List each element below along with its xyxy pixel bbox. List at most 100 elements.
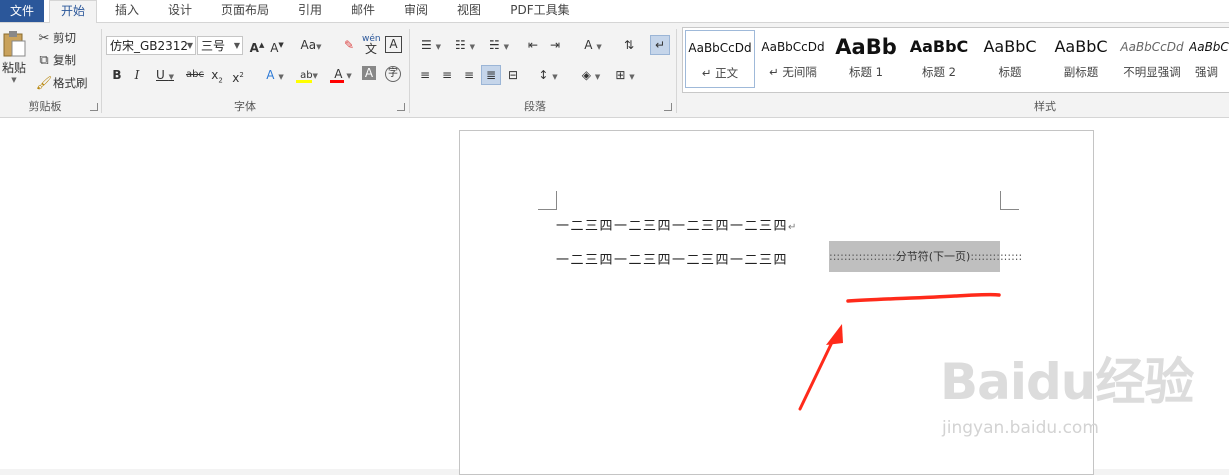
subscript-button[interactable]: x2 (208, 66, 226, 84)
copy-button[interactable]: ⧉ 复制 (35, 51, 76, 69)
increase-indent-button[interactable]: ⇥ (546, 36, 564, 54)
chevron-down-icon: ▼ (11, 76, 17, 84)
align-right-button[interactable]: ≡ (460, 66, 478, 84)
text-effects-button[interactable]: A ▼ (260, 66, 290, 84)
group-separator (409, 29, 410, 113)
style-title[interactable]: AaBbC 标题 (975, 30, 1045, 88)
style-name: 强调 (1195, 65, 1218, 79)
character-shading-button[interactable]: A (362, 66, 376, 80)
style-emphasis[interactable]: AaBbCcDd 强调 (1189, 30, 1229, 88)
borders-button[interactable]: ⊞ ▼ (610, 66, 640, 84)
tab-design[interactable]: 设计 (160, 0, 200, 22)
group-separator (676, 29, 677, 113)
tab-view[interactable]: 视图 (449, 0, 489, 22)
watermark-url: jingyan.baidu.com (942, 418, 1099, 438)
annotation-arrow-shaft (798, 334, 837, 411)
copy-label: 复制 (53, 53, 76, 67)
strikethrough-button[interactable]: abc (184, 66, 206, 84)
font-size-value: 三号 (201, 39, 226, 53)
paragraph-dialog-launcher[interactable] (664, 103, 672, 111)
style-heading-2[interactable]: AaBbC 标题 2 (904, 30, 974, 88)
distributed-button[interactable]: ⊟ (504, 66, 522, 84)
ribbon-home: 粘贴 ▼ ✂ 剪切 ⧉ 复制 🖌 格式刷 剪贴板 仿宋_GB2312 ▼ 三号 … (0, 23, 1229, 118)
font-dialog-launcher[interactable] (397, 103, 405, 111)
font-color-button[interactable]: A ▼ (328, 65, 358, 83)
bullets-button[interactable]: ☰ ▼ (416, 36, 446, 54)
format-painter-label: 格式刷 (53, 76, 88, 90)
enclose-characters-button[interactable]: 字 (385, 66, 401, 82)
highlight-button[interactable]: ab▼ (294, 65, 324, 83)
style-normal[interactable]: AaBbCcDd ↵ 正文 (685, 30, 755, 88)
grow-font-button[interactable]: A▲ (248, 36, 266, 55)
justify-button[interactable]: ≣ (481, 65, 501, 85)
styles-group-label: 样式 (1034, 100, 1056, 113)
style-sample: AaBbC (1054, 37, 1108, 56)
text-direction-button[interactable]: A ▼ (578, 36, 608, 54)
bold-button[interactable]: B (108, 66, 126, 84)
style-sample: AaBbC (983, 37, 1037, 56)
style-name: ↵ 正文 (701, 66, 739, 80)
paste-icon (3, 31, 26, 57)
style-name: 标题 1 (849, 65, 883, 79)
italic-button[interactable]: I (128, 66, 146, 84)
decrease-indent-button[interactable]: ⇤ (524, 36, 542, 54)
style-name: 不明显强调 (1123, 65, 1181, 79)
character-border-button[interactable]: A (385, 36, 402, 53)
tab-page-layout[interactable]: 页面布局 (214, 0, 276, 22)
tab-insert[interactable]: 插入 (107, 0, 147, 22)
font-family-combo[interactable]: 仿宋_GB2312 ▼ (106, 36, 196, 55)
multilevel-list-button[interactable]: ☵ ▼ (484, 36, 514, 54)
document-canvas: 一二三四一二三四一二三四一二三四↵ 一二三四一二三四一二三四一二三四 :::::… (0, 118, 1229, 475)
format-painter-button[interactable]: 🖌 格式刷 (35, 74, 88, 92)
align-left-button[interactable]: ≡ (416, 66, 434, 84)
shading-button[interactable]: ◈ ▼ (576, 66, 606, 84)
chevron-down-icon[interactable]: ▼ (187, 37, 193, 55)
style-heading-1[interactable]: AaBb 标题 1 (831, 30, 901, 88)
scissors-icon: ✂ (38, 30, 50, 46)
style-subtle-emphasis[interactable]: AaBbCcDd 不明显强调 (1117, 30, 1187, 88)
ribbon-tab-bar: 文件 开始 插入 设计 页面布局 引用 邮件 审阅 视图 PDF工具集 (0, 0, 1229, 23)
align-center-button[interactable]: ≡ (438, 66, 456, 84)
style-no-spacing[interactable]: AaBbCcDd ↵ 无间隔 (758, 30, 828, 88)
cut-button[interactable]: ✂ 剪切 (35, 29, 76, 47)
line-spacing-button[interactable]: ↕ ▼ (533, 66, 563, 84)
change-case-label: Aa (300, 38, 317, 52)
style-sample: AaBb (835, 35, 897, 59)
style-name: 标题 2 (922, 65, 956, 79)
clipboard-dialog-launcher[interactable] (90, 103, 98, 111)
paste-button[interactable]: 粘贴 ▼ (0, 29, 28, 99)
paintbrush-icon: 🖌 (35, 75, 53, 91)
tab-review[interactable]: 审阅 (396, 0, 436, 22)
baidu-jingyan-watermark: Baidu经验 jingyan.baidu.com (940, 332, 1220, 462)
style-sample: AaBbCcDd (1189, 40, 1229, 54)
change-case-button[interactable]: Aa▼ (296, 36, 326, 54)
show-hide-marks-button[interactable]: ↵ (650, 35, 670, 55)
annotation-underline (846, 292, 1001, 303)
font-family-value: 仿宋_GB2312 (110, 39, 189, 53)
numbering-button[interactable]: ☷ ▼ (450, 36, 480, 54)
superscript-button[interactable]: x2 (229, 66, 247, 85)
font-size-combo[interactable]: 三号 ▼ (197, 36, 243, 55)
phonetic-guide-button[interactable]: wén 文 (362, 34, 381, 55)
group-separator (101, 29, 102, 113)
style-subtitle[interactable]: AaBbC 副标题 (1046, 30, 1116, 88)
style-name: 副标题 (1063, 65, 1099, 79)
copy-icon: ⧉ (39, 52, 49, 68)
tab-file[interactable]: 文件 (0, 0, 44, 22)
underline-button[interactable]: U ▼ (150, 66, 180, 84)
tab-pdf-tools[interactable]: PDF工具集 (503, 0, 577, 22)
paste-label: 粘贴 (1, 61, 26, 75)
styles-gallery: AaBbCcDd ↵ 正文 AaBbCcDd ↵ 无间隔 AaBb 标题 1 A… (682, 27, 1229, 93)
tab-references[interactable]: 引用 (290, 0, 330, 22)
shrink-font-button[interactable]: A▼ (268, 36, 286, 55)
tab-home[interactable]: 开始 (49, 0, 97, 23)
sort-button[interactable]: ⇅ (620, 36, 638, 54)
chevron-down-icon[interactable]: ▼ (234, 37, 240, 55)
paragraph-group-label: 段落 (524, 100, 546, 113)
clear-formatting-icon[interactable]: ✎ (340, 36, 358, 54)
tab-mailings[interactable]: 邮件 (343, 0, 383, 22)
clipboard-group-label: 剪贴板 (28, 100, 62, 113)
font-color-bar (330, 80, 344, 83)
highlight-color-bar (296, 80, 312, 83)
watermark-logo: Baidu经验 (940, 353, 1194, 411)
